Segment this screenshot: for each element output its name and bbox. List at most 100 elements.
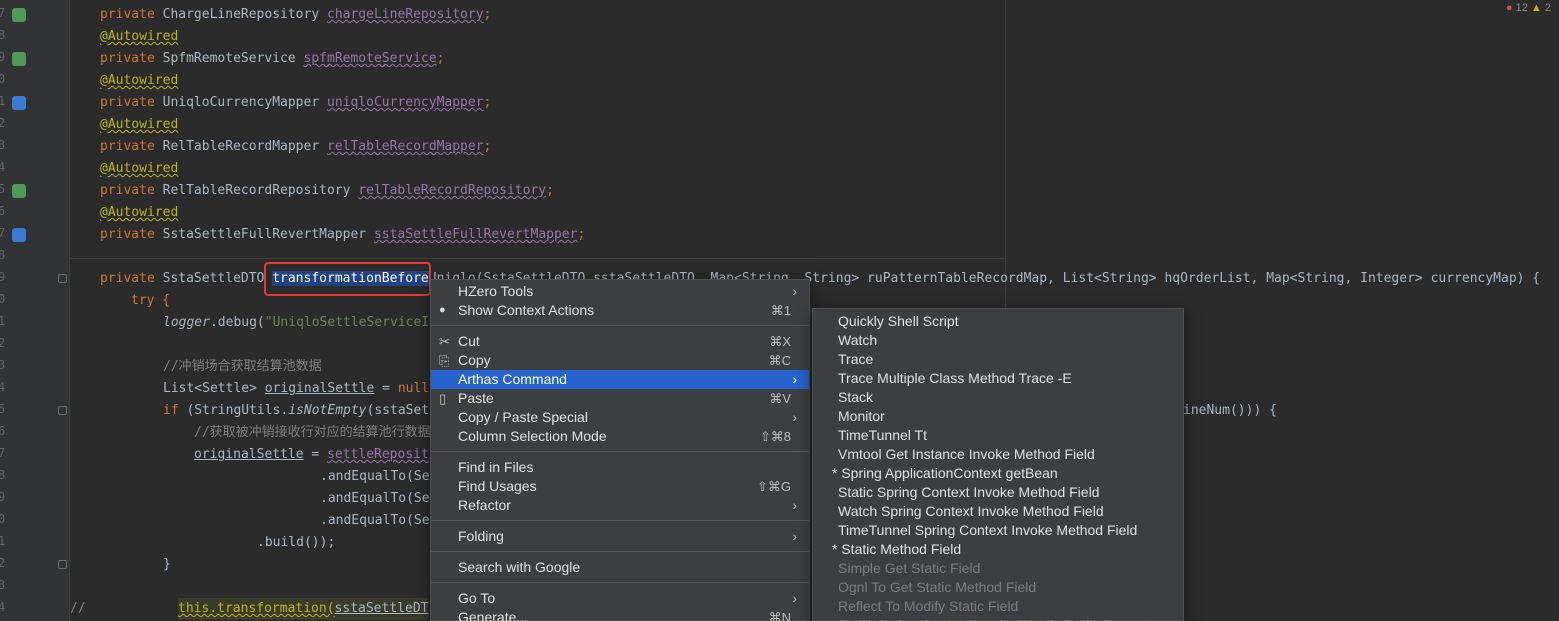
brace: } <box>163 557 171 572</box>
submenu-item-vmtool-get-instance-invoke-method-field[interactable]: Vmtool Get Instance Invoke Method Field <box>813 445 1183 464</box>
error-count: 12 <box>1515 2 1528 14</box>
submenu-item-reflect-to-modify-static-field: Reflect To Modify Static Field <box>813 597 1183 616</box>
type-name: UniqloCurrencyMapper <box>162 95 327 110</box>
line-number: 8 <box>0 248 6 262</box>
menu-item-show-context-actions[interactable]: ● Show Context Actions ⌘1 <box>431 301 809 320</box>
annotation: @Autowired <box>100 205 179 220</box>
chevron-right-icon: › <box>792 528 797 544</box>
menu-item-copy-paste-special[interactable]: Copy / Paste Special › <box>431 408 809 427</box>
line-number: 2 <box>0 556 6 570</box>
code-line: .andEqualTo(Se <box>320 488 430 510</box>
variable-name: sstaSettleDT <box>334 601 429 616</box>
submenu-item-watch-spring-context-invoke-method-field[interactable]: Watch Spring Context Invoke Method Field <box>813 502 1183 521</box>
chevron-right-icon: › <box>792 409 797 425</box>
submenu-item-label: TimeTunnel Spring Context Invoke Method … <box>838 522 1138 538</box>
variable-name: originalSettle <box>194 447 304 462</box>
menu-item-label: Find Usages <box>458 478 537 494</box>
menu-item-find-usages[interactable]: Find Usages ⇧⌘G <box>431 477 809 496</box>
menu-item-go-to[interactable]: Go To › <box>431 589 809 608</box>
code-line: } <box>163 554 171 576</box>
menu-item-folding[interactable]: Folding › <box>431 527 809 546</box>
line-number: 3 <box>0 138 6 152</box>
submenu-item-spring-applicationcontext-getbean[interactable]: * Spring ApplicationContext getBean <box>813 464 1183 483</box>
semicolon: ; <box>546 183 554 198</box>
code-line: private ChargeLineRepository chargeLineR… <box>100 4 491 26</box>
type-name: SstaSettleDTO <box>162 271 273 286</box>
submenu-item-static-spring-context-invoke-watch-static-context: Static Spring Context Invoke Watch Stati… <box>813 616 1183 621</box>
editor-context-menu[interactable]: HZero Tools › ● Show Context Actions ⌘1 ✂ Cut ⌘… <box>430 279 810 621</box>
type-name: SpfmRemoteService <box>162 51 304 66</box>
submenu-item-trace-multiple-class-method-trace-e[interactable]: Trace Multiple Class Method Trace -E <box>813 369 1183 388</box>
submenu-item-trace[interactable]: Trace <box>813 350 1183 369</box>
submenu-item-label: Simple Get Static Field <box>838 560 981 576</box>
submenu-item-static-method-field[interactable]: * Static Method Field <box>813 540 1183 559</box>
submenu-item-timetunnel-spring-context-invoke-method-field[interactable]: TimeTunnel Spring Context Invoke Method … <box>813 521 1183 540</box>
submenu-item-label: Watch Spring Context Invoke Method Field <box>838 503 1104 519</box>
type-name: ChargeLineRepository <box>162 7 327 22</box>
menu-item-copy[interactable]: ⎘ Copy ⌘C <box>431 351 809 370</box>
menu-item-refactor[interactable]: Refactor › <box>431 496 809 515</box>
code-line: if (StringUtils.isNotEmpty(sstaSett <box>163 400 437 422</box>
bean-icon[interactable] <box>12 52 26 66</box>
fold-marker-icon[interactable] <box>58 274 67 283</box>
mapper-icon[interactable] <box>12 96 26 110</box>
submenu-item-label: Quickly Shell Script <box>838 313 959 329</box>
bean-icon[interactable] <box>12 8 26 22</box>
fold-marker-icon[interactable] <box>58 560 67 569</box>
submenu-item-timetunnel-tt[interactable]: TimeTunnel Tt <box>813 426 1183 445</box>
code-text: (sstaSett <box>366 403 437 418</box>
menu-item-search-with-google[interactable]: Search with Google <box>431 558 809 577</box>
static-method: isNotEmpty <box>288 403 367 418</box>
line-number: 4 <box>0 380 6 394</box>
submenu-item-label: Stack <box>838 389 874 405</box>
menu-item-arthas-command[interactable]: Arthas Command › <box>431 370 809 389</box>
menu-item-generate[interactable]: Generate... ⌘N <box>431 608 809 621</box>
submenu-item-label: Watch <box>838 332 878 348</box>
menu-item-find-in-files[interactable]: Find in Files <box>431 458 809 477</box>
line-number: 0 <box>0 72 6 86</box>
type-name: SstaSettleFullRevertMapper <box>162 227 374 242</box>
inspection-indicator[interactable]: ● 12 ▲ 2 <box>1506 2 1551 14</box>
submenu-item-quickly-shell-script[interactable]: Quickly Shell Script <box>813 312 1183 331</box>
submenu-item-label: Trace <box>838 351 874 367</box>
menu-item-hzero-tools[interactable]: HZero Tools › <box>431 282 809 301</box>
fold-marker-icon[interactable] <box>58 406 67 415</box>
mapper-icon[interactable] <box>12 228 26 242</box>
code-line: @Autowired <box>100 158 178 180</box>
menu-item-label: Column Selection Mode <box>458 428 607 444</box>
arthas-command-submenu[interactable]: Quickly Shell Script Watch Trace Trace Mult… <box>812 308 1184 621</box>
editor-gutter: 7 8 9 0 1 2 3 4 5 6 7 8 9 0 1 2 3 4 5 6 7 8 9 0 1 2 3 4 <box>0 0 70 621</box>
submenu-item-label: Static Spring Context Invoke Method Fiel… <box>838 484 1100 500</box>
operator: = <box>303 447 328 462</box>
menu-item-cut[interactable]: ✂ Cut ⌘X <box>431 332 809 351</box>
keyword: private <box>100 139 163 154</box>
line-number: 8 <box>0 28 6 42</box>
code-line: private SpfmRemoteService spfmRemoteServ… <box>100 48 444 70</box>
submenu-item-label: TimeTunnel Tt <box>838 427 927 443</box>
submenu-item-stack[interactable]: Stack <box>813 388 1183 407</box>
chevron-right-icon: › <box>792 497 797 513</box>
bean-icon[interactable] <box>12 184 26 198</box>
line-number: 7 <box>0 226 6 240</box>
keyword-try: try { <box>131 293 171 308</box>
submenu-item-static-spring-context-invoke-method-field[interactable]: Static Spring Context Invoke Method Fiel… <box>813 483 1183 502</box>
line-number: 9 <box>0 490 6 504</box>
submenu-item-monitor[interactable]: Monitor <box>813 407 1183 426</box>
menu-item-label: Arthas Command <box>458 371 567 387</box>
menu-separator <box>431 451 809 452</box>
semicolon: ; <box>483 95 492 110</box>
shortcut-label: ⌘1 <box>770 303 791 318</box>
code-line: try { <box>131 290 170 312</box>
menu-item-column-selection-mode[interactable]: Column Selection Mode ⇧⌘8 <box>431 427 809 446</box>
commented-call: this.transformation( <box>178 601 335 616</box>
keyword: private <box>100 51 163 66</box>
paste-icon: ▯ <box>439 391 447 406</box>
keyword: private <box>100 7 163 22</box>
submenu-item-label: Reflect To Modify Static Field <box>838 598 1019 614</box>
menu-separator <box>431 520 809 521</box>
menu-item-paste[interactable]: ▯ Paste ⌘V <box>431 389 809 408</box>
submenu-item-watch[interactable]: Watch <box>813 331 1183 350</box>
field-name: uniqloCurrencyMapper <box>327 95 484 110</box>
code-line: List<Settle> originalSettle = null <box>163 378 429 400</box>
warning-icon: ▲ <box>1530 2 1542 14</box>
